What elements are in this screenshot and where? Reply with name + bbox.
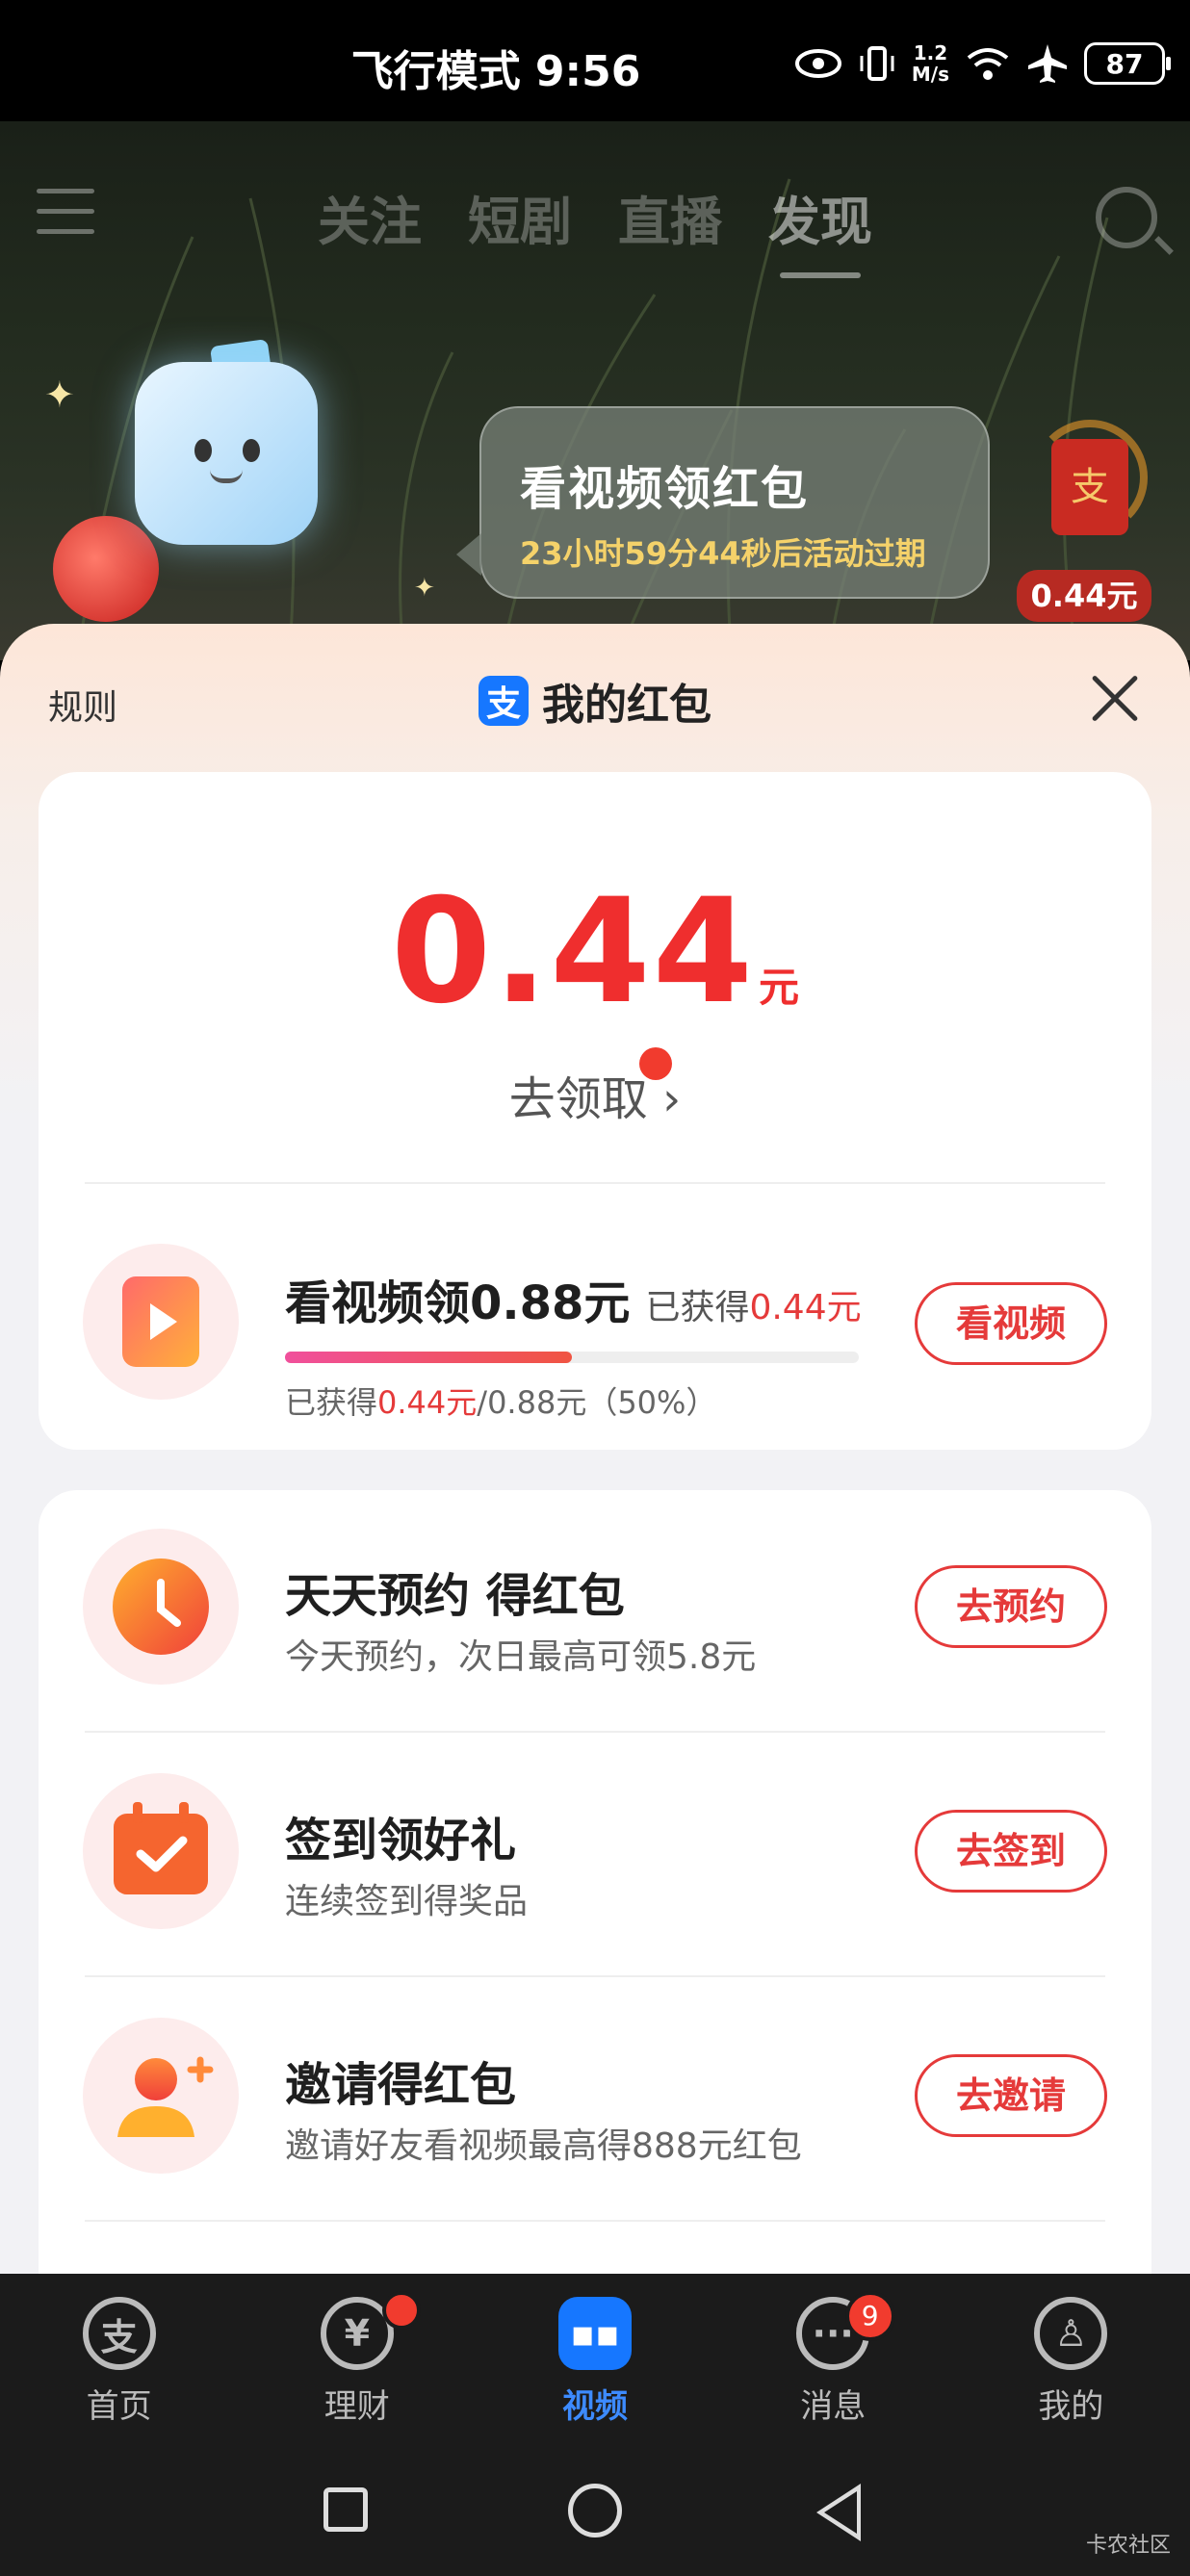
network-speed: 1.2 M/s bbox=[911, 41, 949, 86]
red-envelope-icon: 支 bbox=[1051, 439, 1128, 535]
checkin-button[interactable]: 去签到 bbox=[915, 1810, 1107, 1893]
tab-live[interactable]: 直播 bbox=[618, 179, 722, 255]
promo-countdown: 23小时59分44秒后活动过期 bbox=[520, 535, 926, 572]
sparkle-icon: ✦ bbox=[414, 574, 435, 603]
hero-banner: 关注 短剧 直播 发现 ✦ ✦ 看视频领红包 23小时59分44秒后活动过期 支… bbox=[0, 121, 1190, 660]
balance-amount: 0.44元 bbox=[39, 868, 1151, 1036]
nav-video-label: 视频 bbox=[562, 2387, 628, 2426]
task-title: 天天预约 得红包 bbox=[285, 1569, 625, 1623]
promo-title: 看视频领红包 bbox=[520, 462, 810, 516]
task-icon-bg bbox=[83, 1773, 239, 1929]
nav-wealth[interactable]: ¥ 理财 bbox=[238, 2291, 476, 2427]
reserve-button[interactable]: 去预约 bbox=[915, 1565, 1107, 1648]
watch-progress-bar bbox=[285, 1352, 859, 1363]
sheet-title: 支 我的红包 bbox=[0, 670, 1190, 732]
sheet-title-text: 我的红包 bbox=[542, 681, 711, 730]
task-subtitle: 连续签到得奖品 bbox=[285, 1882, 529, 1921]
watch-video-task: 看视频领0.88元 已获得0.44元 已获得0.44元/0.88元（50%） 看视… bbox=[39, 1224, 1151, 1421]
claim-link[interactable]: 去领取 › bbox=[39, 1047, 1151, 1128]
calendar-check-icon bbox=[114, 1802, 208, 1894]
task-title: 签到领好礼 bbox=[285, 1814, 517, 1868]
top-tabs: 关注 短剧 直播 发现 bbox=[318, 179, 872, 278]
home-icon[interactable] bbox=[568, 2484, 622, 2537]
task-list-card: 天天预约 得红包 今天预约，次日最高可领5.8元 去预约 签到领好礼 连续签到得… bbox=[39, 1490, 1151, 2318]
alipay-home-icon: 支 bbox=[82, 2297, 156, 2370]
float-amount: 0.44元 bbox=[1017, 570, 1151, 622]
sheet-header: 规则 支 我的红包 bbox=[0, 624, 1190, 778]
alipay-logo-icon: 支 bbox=[479, 676, 529, 726]
divider bbox=[85, 1731, 1105, 1733]
list-item: 签到领好礼 连续签到得奖品 去签到 bbox=[39, 1773, 1151, 1966]
nav-home-label: 首页 bbox=[86, 2387, 152, 2426]
mascot-illustration bbox=[135, 362, 318, 545]
nav-messages[interactable]: ··· 消息 9 bbox=[714, 2291, 952, 2427]
claim-label: 去领取 bbox=[508, 1072, 648, 1126]
clock-icon bbox=[113, 1558, 209, 1655]
nav-messages-label: 消息 bbox=[800, 2387, 867, 2426]
recent-apps-icon[interactable] bbox=[323, 2487, 368, 2532]
status-bar: 飞行模式 9:56 1.2 M/s 87 bbox=[0, 0, 1190, 121]
status-icons: 1.2 M/s 87 bbox=[794, 37, 1171, 90]
invite-button[interactable]: 去邀请 bbox=[915, 2054, 1107, 2137]
system-navigation bbox=[0, 2466, 1190, 2563]
divider bbox=[85, 1182, 1105, 1184]
balance-card: 0.44元 去领取 › 看视频领0.88元 已获得0.44元 已获得0.44元/0… bbox=[39, 772, 1151, 1450]
nav-home[interactable]: 支 首页 bbox=[0, 2297, 238, 2427]
nav-wealth-label: 理财 bbox=[323, 2387, 390, 2426]
task-icon-bg bbox=[83, 2018, 239, 2174]
divider bbox=[85, 2220, 1105, 2222]
tab-follow[interactable]: 关注 bbox=[318, 179, 422, 255]
chevron-right-icon: › bbox=[647, 1072, 682, 1126]
promo-bubble: 看视频领红包 23小时59分44秒后活动过期 bbox=[456, 406, 990, 599]
wifi-icon bbox=[967, 48, 1009, 80]
watch-progress-fill bbox=[285, 1352, 572, 1363]
task-icon-bg bbox=[83, 1529, 239, 1685]
search-icon[interactable] bbox=[1096, 187, 1157, 248]
list-item: 天天预约 得红包 今天预约，次日最高可领5.8元 去预约 bbox=[39, 1529, 1151, 1721]
task-subtitle: 邀请好友看视频最高得888元红包 bbox=[285, 2126, 802, 2166]
task-subtitle: 今天预约，次日最高可领5.8元 bbox=[285, 1637, 757, 1677]
play-video-icon bbox=[122, 1276, 199, 1367]
top-navigation: 关注 短剧 直播 发现 bbox=[0, 160, 1190, 278]
watch-task-title: 看视频领0.88元 已获得0.44元 bbox=[285, 1276, 862, 1330]
vibrate-icon bbox=[860, 46, 894, 81]
eye-icon bbox=[794, 49, 841, 78]
nav-video[interactable]: ▪▪ 视频 bbox=[476, 2297, 713, 2427]
airplane-icon bbox=[1028, 44, 1067, 83]
red-pouch-illustration bbox=[53, 516, 159, 622]
menu-icon[interactable] bbox=[37, 189, 94, 237]
balance-value: 0.44 bbox=[390, 868, 756, 1036]
message-badge: 9 bbox=[844, 2291, 895, 2341]
tab-short-drama[interactable]: 短剧 bbox=[468, 179, 572, 255]
task-title: 邀请得红包 bbox=[285, 2058, 517, 2112]
close-icon[interactable] bbox=[1088, 672, 1142, 726]
invite-user-icon bbox=[117, 2056, 214, 2137]
divider bbox=[85, 1975, 1105, 1977]
notification-dot bbox=[639, 1047, 672, 1080]
user-profile-icon: ♙ bbox=[1034, 2297, 1108, 2370]
sparkle-icon: ✦ bbox=[44, 374, 75, 416]
watch-video-button[interactable]: 看视频 bbox=[915, 1282, 1107, 1365]
watch-progress-text: 已获得0.44元/0.88元（50%） bbox=[285, 1384, 717, 1421]
battery-indicator: 87 bbox=[1084, 42, 1171, 85]
list-item: 邀请得红包 邀请好友看视频最高得888元红包 去邀请 bbox=[39, 2018, 1151, 2210]
nav-mine[interactable]: ♙ 我的 bbox=[952, 2297, 1190, 2427]
nav-mine-label: 我的 bbox=[1038, 2387, 1104, 2426]
task-icon-bg bbox=[83, 1244, 239, 1400]
watermark: 卡农社区 bbox=[1085, 2534, 1171, 2558]
red-packet-sheet: 规则 支 我的红包 0.44元 去领取 › 看视频领0.88元 已获得0.44元… bbox=[0, 624, 1190, 2318]
bottom-navigation: 支 首页 ¥ 理财 ▪▪ 视频 ··· 消息 9 ♙ 我的 卡农社区 bbox=[0, 2274, 1190, 2576]
video-icon: ▪▪ bbox=[558, 2297, 632, 2370]
balance-unit: 元 bbox=[759, 964, 800, 1011]
red-packet-float[interactable]: 支 bbox=[1032, 410, 1148, 574]
back-icon[interactable] bbox=[816, 2484, 861, 2541]
tab-discover[interactable]: 发现 bbox=[768, 179, 872, 278]
notification-dot bbox=[382, 2291, 422, 2330]
